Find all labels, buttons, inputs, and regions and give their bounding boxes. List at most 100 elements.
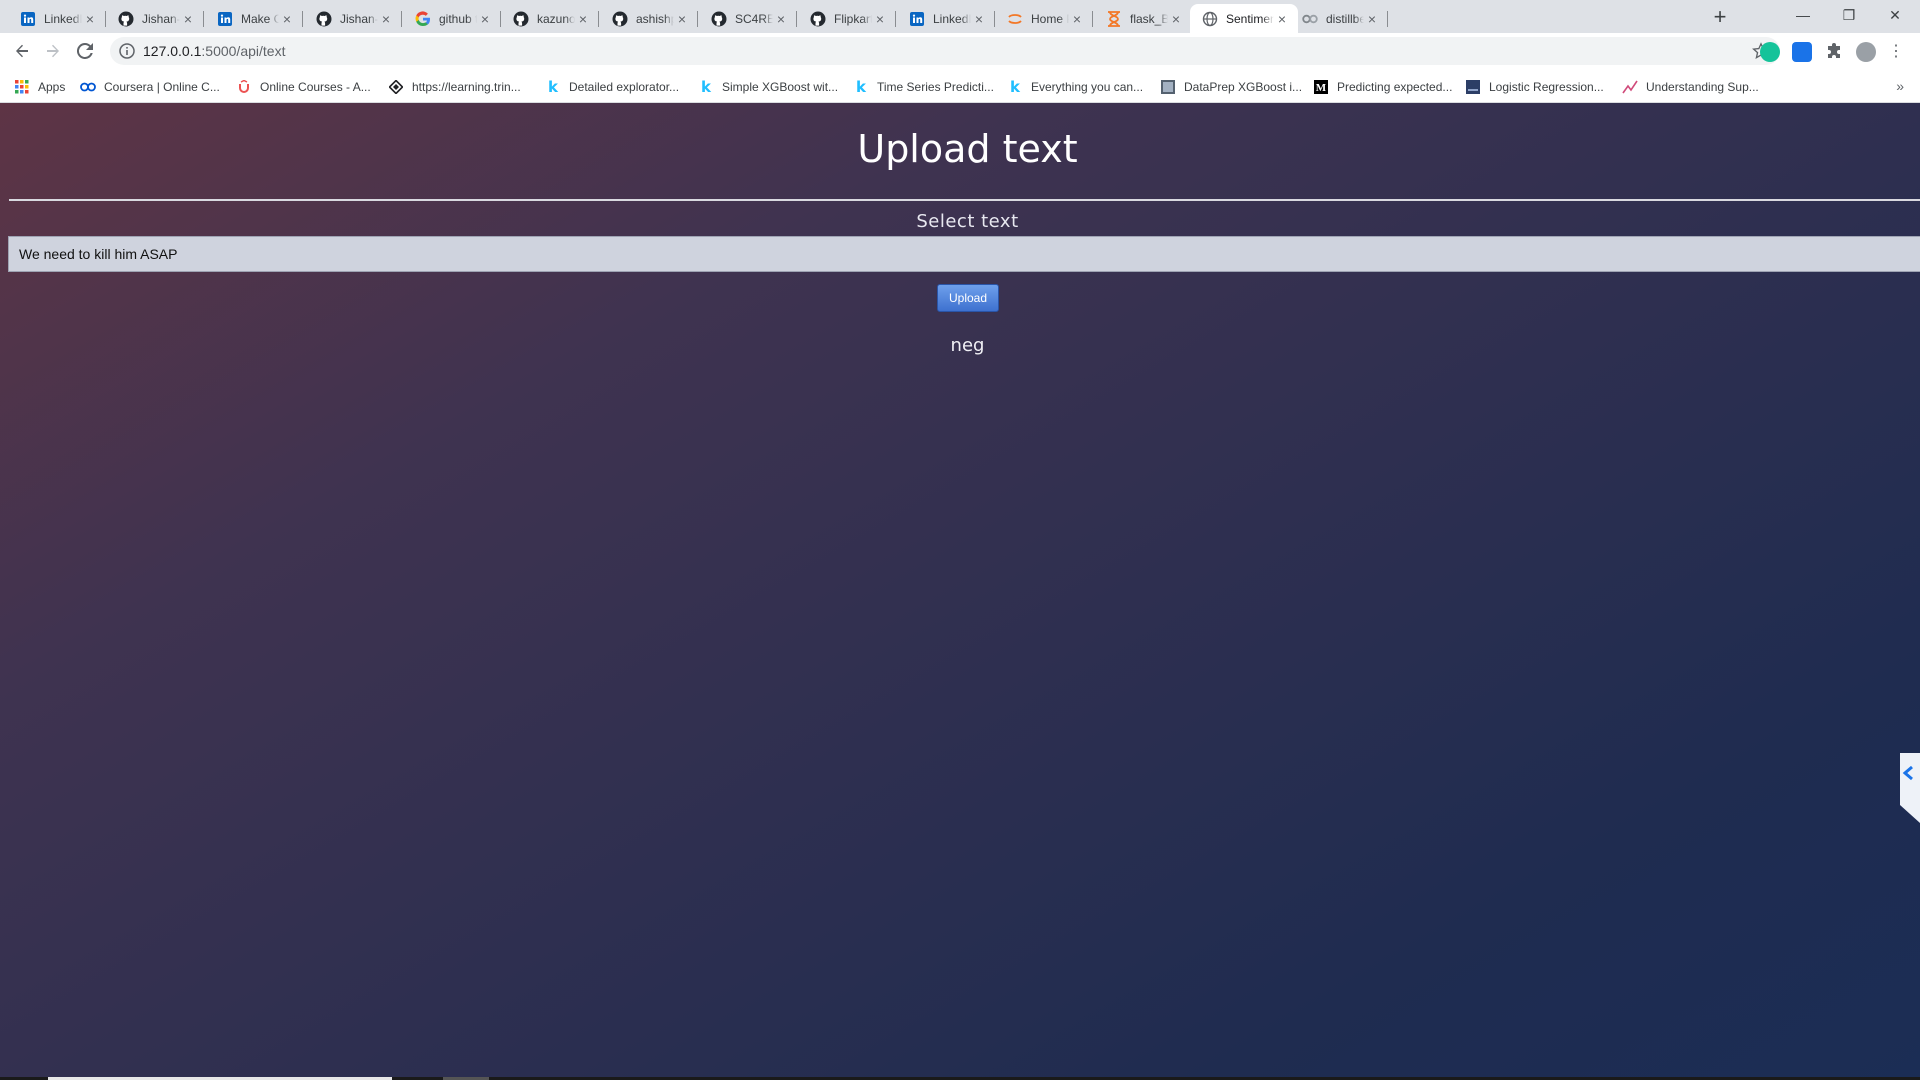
tab-title: SC4RECOM [735, 11, 773, 26]
bookmark-label: Online Courses - A... [260, 80, 371, 94]
bookmark-label: Understanding Sup... [1646, 80, 1759, 94]
github-icon [711, 11, 727, 27]
tab-title: ashishpate [636, 11, 674, 26]
url-text: 127.0.0.1:5000/api/text [143, 43, 286, 59]
tab-title: Jishan-wor [142, 11, 180, 26]
coursera-icon [80, 79, 96, 95]
address-bar[interactable]: 127.0.0.1:5000/api/text [110, 37, 1780, 65]
browser-tab[interactable]: LinkedIn× [8, 4, 106, 33]
more-bookmarks-button[interactable]: » [1896, 78, 1904, 94]
bookmark-label: DataPrep XGBoost i... [1184, 80, 1303, 94]
tab-title: flask_BERT [1130, 11, 1168, 26]
tab-separator [1387, 11, 1388, 27]
reload-button[interactable] [71, 37, 99, 65]
bookmark-item[interactable]: Logistic Regression... [1465, 78, 1604, 96]
forward-button[interactable] [39, 37, 67, 65]
diamond-icon [388, 79, 404, 95]
site-info-icon[interactable] [119, 43, 135, 59]
bookmark-item[interactable]: k Everything you can... [1007, 78, 1143, 96]
tab-title: distillbert_ [1326, 11, 1364, 26]
text-input[interactable] [8, 236, 1920, 272]
browser-tab[interactable]: Home Pag× [995, 4, 1093, 33]
bookmark-item[interactable]: Coursera | Online C... [80, 78, 220, 96]
menu-kebab-icon[interactable]: ⋮ [1886, 42, 1906, 62]
browser-tab[interactable]: Sentiment× [1190, 4, 1298, 33]
tab-title: github to l [439, 11, 477, 26]
tab-title: Sentiment [1226, 11, 1274, 26]
close-tab-icon[interactable]: × [575, 11, 591, 27]
bookmark-label: https://learning.trin... [412, 80, 521, 94]
apps-grid-icon [14, 79, 30, 95]
bookmark-item[interactable]: k Time Series Predicti... [853, 78, 994, 96]
close-tab-icon[interactable]: × [971, 11, 987, 27]
browser-tab[interactable]: Make GitH× [205, 4, 303, 33]
bookmark-label: Coursera | Online C... [104, 80, 220, 94]
browser-tab[interactable]: kazunori2× [501, 4, 599, 33]
close-tab-icon[interactable]: × [279, 11, 295, 27]
bookmark-item[interactable]: Apps [14, 78, 65, 96]
new-tab-button[interactable]: + [1708, 6, 1732, 30]
close-tab-icon[interactable]: × [1364, 11, 1380, 27]
bookmark-item[interactable]: k Detailed explorator... [545, 78, 679, 96]
browser-tab[interactable]: LinkedIn× [897, 4, 995, 33]
kaggle-icon: k [701, 78, 711, 96]
hourglass-icon [1106, 10, 1122, 27]
browser-tab[interactable]: Jishan-wor× [106, 4, 204, 33]
browser-tab[interactable]: distillbert_× [1290, 4, 1388, 33]
tab-separator [1092, 11, 1093, 27]
page-title: Upload text [857, 127, 1078, 171]
grammarly-extension-icon[interactable] [1760, 42, 1780, 62]
close-tab-icon[interactable]: × [378, 11, 394, 27]
restore-button[interactable]: ❐ [1826, 0, 1872, 30]
bookmark-item[interactable]: DataPrep XGBoost i... [1160, 78, 1302, 96]
side-panel-handle[interactable] [1890, 753, 1920, 823]
github-icon [612, 11, 628, 27]
close-tab-icon[interactable]: × [674, 11, 690, 27]
extension-icon[interactable] [1792, 42, 1812, 62]
bookmark-item[interactable]: M Predicting expected... [1313, 78, 1452, 96]
jupyter-icon [1007, 11, 1023, 27]
kaggle-icon: k [856, 78, 866, 96]
reload-icon [77, 43, 93, 59]
trend-icon [1622, 79, 1638, 95]
tab-title: Jishan-wor [340, 11, 378, 26]
bookmark-label: Apps [38, 80, 66, 94]
window-close-button[interactable]: ✕ [1872, 0, 1918, 30]
profile-avatar[interactable] [1856, 42, 1876, 62]
browser-tab[interactable]: flask_BERT× [1094, 4, 1192, 33]
browser-tab[interactable]: SC4RECOM× [699, 4, 797, 33]
browser-tab[interactable]: ashishpate× [600, 4, 698, 33]
back-button[interactable] [8, 37, 36, 65]
prediction-result: neg [950, 335, 985, 356]
close-tab-icon[interactable]: × [180, 11, 196, 27]
bookmark-label: Predicting expected... [1337, 80, 1453, 94]
github-icon [810, 11, 826, 27]
browser-tab[interactable]: Jishan-wor× [304, 4, 402, 33]
close-tab-icon[interactable]: × [82, 11, 98, 27]
close-tab-icon[interactable]: × [1069, 11, 1085, 27]
doc-icon [1465, 79, 1481, 95]
bookmark-item[interactable]: https://learning.trin... [388, 78, 521, 96]
tab-separator [302, 11, 303, 27]
browser-tab[interactable]: Flipkart-W× [798, 4, 896, 33]
close-tab-icon[interactable]: × [1168, 11, 1184, 27]
bookmark-item[interactable]: k Simple XGBoost wit... [698, 78, 838, 96]
browser-toolbar: 127.0.0.1:5000/api/text ⋮ [0, 33, 1920, 71]
forward-arrow-icon [47, 44, 59, 58]
bookmark-item[interactable]: Understanding Sup... [1622, 78, 1759, 96]
linkedin-icon [909, 11, 925, 27]
tab-title: kazunori2 [537, 11, 575, 26]
bookmark-item[interactable]: Online Courses - A... [236, 78, 371, 96]
close-tab-icon[interactable]: × [1274, 11, 1290, 27]
close-tab-icon[interactable]: × [872, 11, 888, 27]
extensions-puzzle-icon[interactable] [1824, 42, 1844, 62]
browser-tab[interactable]: github to l× [403, 4, 501, 33]
tab-separator [697, 11, 698, 27]
close-tab-icon[interactable]: × [477, 11, 493, 27]
minimize-button[interactable]: — [1780, 0, 1826, 30]
udemy-icon [236, 79, 252, 95]
upload-button[interactable]: Upload [937, 284, 999, 312]
tab-title: LinkedIn [44, 11, 82, 26]
close-tab-icon[interactable]: × [773, 11, 789, 27]
google-icon [415, 10, 431, 27]
